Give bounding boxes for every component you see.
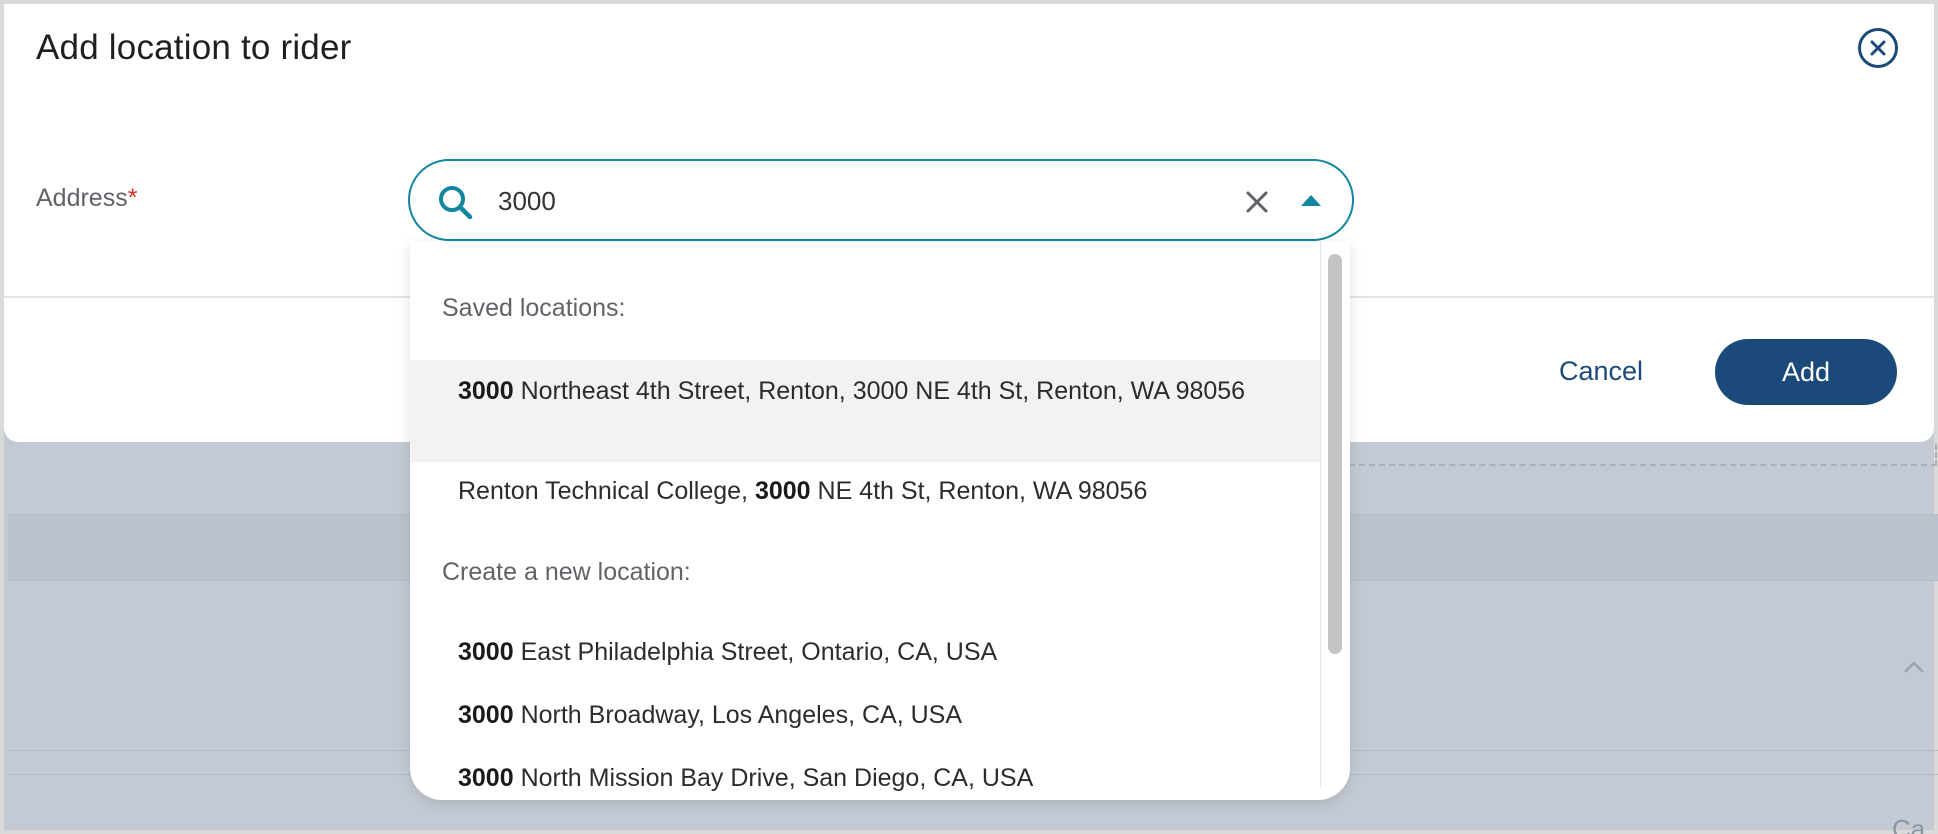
item-text: Northeast 4th Street, Renton, 3000 NE 4t… xyxy=(513,377,1246,405)
match-text: 3000 xyxy=(458,638,514,666)
match-text: 3000 xyxy=(458,764,514,792)
item-prefix: Renton Technical College, xyxy=(458,477,755,505)
required-marker: * xyxy=(127,184,138,212)
new-location-item[interactable]: 3000 North Mission Bay Drive, San Diego,… xyxy=(410,759,1320,800)
address-input[interactable] xyxy=(498,179,1198,223)
saved-locations-header: Saved locations: xyxy=(442,294,626,322)
background-text: Ca xyxy=(1892,814,1926,834)
modal-title: Add location to rider xyxy=(36,28,352,67)
chevron-up-icon xyxy=(1902,656,1926,681)
match-text: 3000 xyxy=(754,477,811,505)
match-text: 3000 xyxy=(458,377,514,405)
item-text: North Broadway, Los Angeles, CA, USA xyxy=(513,701,962,729)
new-location-item[interactable]: 3000 North Broadway, Los Angeles, CA, US… xyxy=(410,696,1320,746)
address-suggestions-dropdown[interactable]: Saved locations: 3000 Northeast 4th Stre… xyxy=(410,242,1350,800)
background-dashed-box xyxy=(1349,444,1937,466)
cancel-button[interactable]: Cancel xyxy=(1559,356,1643,387)
search-icon xyxy=(439,186,473,220)
create-location-header: Create a new location: xyxy=(442,558,691,586)
new-location-item[interactable]: 3000 East Philadelphia Street, Ontario, … xyxy=(410,633,1320,683)
saved-location-item[interactable]: 3000 Northeast 4th Street, Renton, 3000 … xyxy=(410,360,1320,462)
clear-icon[interactable] xyxy=(1244,189,1270,215)
address-label-text: Address xyxy=(36,184,128,212)
close-button[interactable] xyxy=(1858,28,1898,68)
address-label: Address* xyxy=(36,184,137,213)
dropdown-scrollbar-thumb[interactable] xyxy=(1328,254,1342,654)
item-text: East Philadelphia Street, Ontario, CA, U… xyxy=(513,638,998,666)
item-text: North Mission Bay Drive, San Diego, CA, … xyxy=(513,764,1034,792)
match-text: 3000 xyxy=(458,701,514,729)
address-search-box[interactable] xyxy=(408,159,1354,241)
add-button[interactable]: Add xyxy=(1715,339,1897,405)
saved-location-item[interactable]: Renton Technical College, 3000 NE 4th St… xyxy=(410,472,1320,522)
caret-up-icon[interactable] xyxy=(1300,193,1322,209)
item-text: NE 4th St, Renton, WA 98056 xyxy=(810,477,1148,505)
close-icon xyxy=(1870,40,1886,56)
